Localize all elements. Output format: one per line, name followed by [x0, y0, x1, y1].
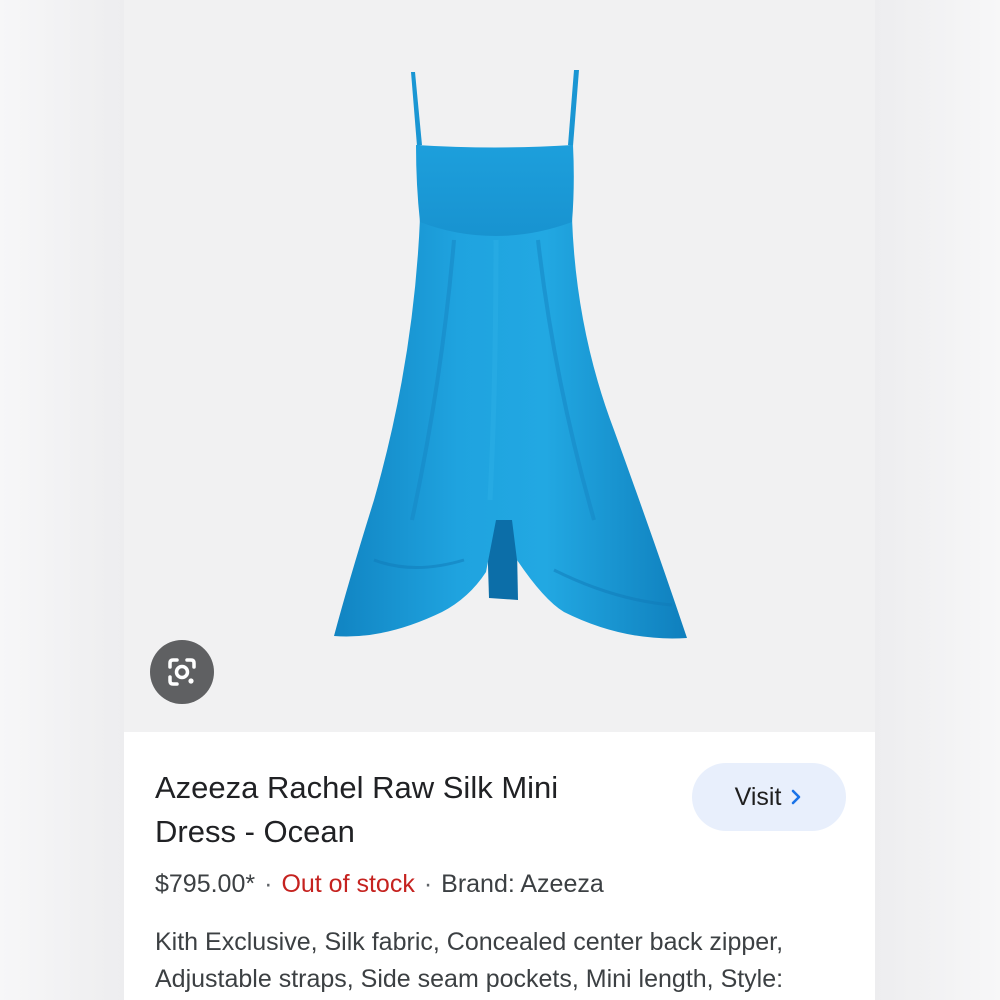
separator: ·	[264, 870, 273, 898]
background-right	[875, 0, 1000, 1000]
stock-status: Out of stock	[281, 870, 415, 898]
background-left	[0, 0, 124, 1000]
product-info: Azeeza Rachel Raw Silk Mini Dress - Ocea…	[124, 732, 875, 1000]
separator: ·	[423, 870, 433, 898]
dress-image	[334, 70, 687, 639]
product-meta: $795.00* · Out of stock · Brand: Azeeza	[155, 870, 604, 899]
product-card: Azeeza Rachel Raw Silk Mini Dress - Ocea…	[124, 0, 875, 1000]
visit-button-label: Visit	[734, 782, 782, 811]
product-description: Kith Exclusive, Silk fabric, Concealed c…	[155, 928, 784, 993]
google-lens-button[interactable]	[150, 640, 214, 704]
brand: Brand: Azeeza	[441, 870, 604, 898]
product-title[interactable]: Azeeza Rachel Raw Silk Mini Dress - Ocea…	[155, 766, 635, 854]
chevron-right-icon	[792, 789, 801, 805]
product-image[interactable]	[124, 0, 875, 732]
google-lens-icon	[168, 658, 196, 686]
price: $795.00*	[155, 870, 256, 898]
visit-button[interactable]: Visit	[692, 763, 846, 831]
